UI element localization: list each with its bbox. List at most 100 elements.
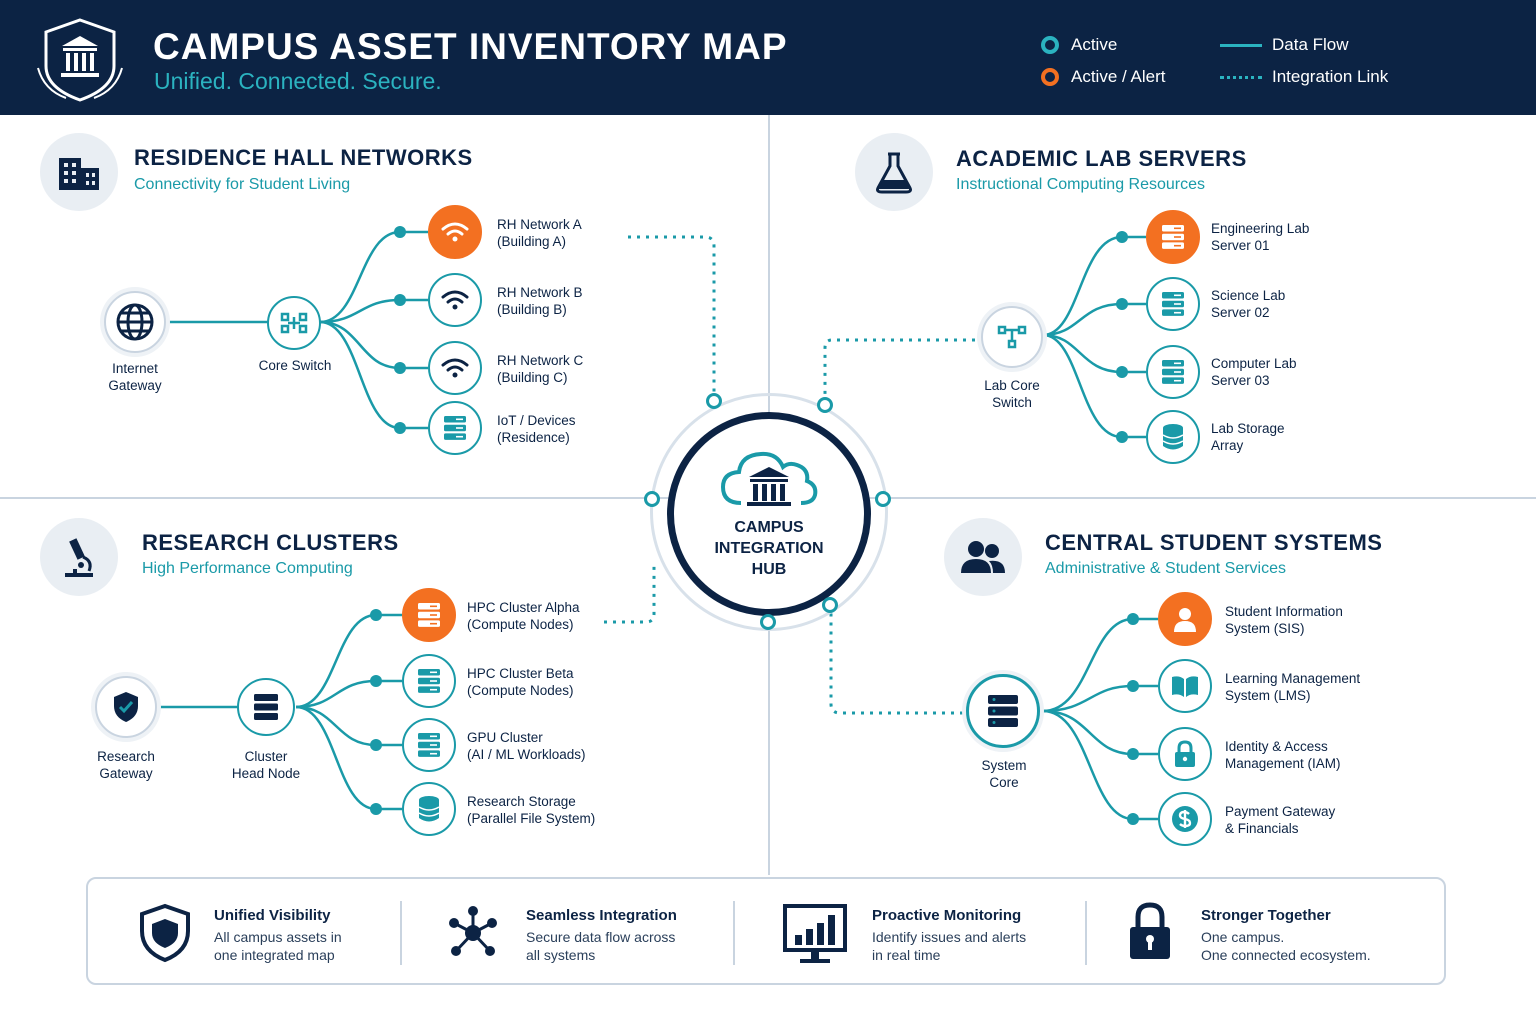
lab-core-switch-line2: Switch xyxy=(992,395,1032,410)
academic-node-4[interactable] xyxy=(1146,410,1200,464)
footer-title-3: Proactive Monitoring xyxy=(872,907,1022,924)
research-label-3-line1: GPU Cluster xyxy=(467,730,543,745)
research-label-3-line2: (AI / ML Workloads) xyxy=(467,747,586,762)
academic-node-3[interactable] xyxy=(1146,345,1200,399)
academic-label-4: Lab Storage Array xyxy=(1211,420,1285,454)
campus-integration-hub[interactable]: CAMPUS INTEGRATION HUB xyxy=(667,412,871,616)
student-node-3[interactable] xyxy=(1158,727,1212,781)
internet-gateway-line1: Internet xyxy=(112,361,158,376)
database-icon xyxy=(1161,423,1185,451)
shield-check-icon xyxy=(114,692,138,722)
padlock-icon xyxy=(1128,901,1172,963)
core-switch-label: Core Switch xyxy=(258,358,332,373)
residence-node-3[interactable] xyxy=(428,341,482,395)
student-label-3: Identity & Access Management (IAM) xyxy=(1225,738,1341,772)
student-node-1[interactable] xyxy=(1158,592,1212,646)
residence-label-3-line2: (Building C) xyxy=(497,370,568,385)
residence-node-2[interactable] xyxy=(428,273,482,327)
academic-node-1[interactable] xyxy=(1146,210,1200,264)
server-icon xyxy=(1161,224,1185,250)
residence-label-4: IoT / Devices (Residence) xyxy=(497,412,576,446)
lab-core-switch-label: Lab Core Switch xyxy=(962,377,1062,411)
shield-icon xyxy=(138,903,192,963)
lab-core-switch-line1: Lab Core xyxy=(984,378,1040,393)
footer-3-line2: in real time xyxy=(872,947,941,963)
residence-label-2-line1: RH Network B xyxy=(497,285,583,300)
system-core-label: System Core xyxy=(955,757,1053,791)
research-label-4-line2: (Parallel File System) xyxy=(467,811,596,826)
research-label-2: HPC Cluster Beta (Compute Nodes) xyxy=(467,665,574,699)
academic-node-2[interactable] xyxy=(1146,277,1200,331)
cloud-building-icon xyxy=(717,445,821,513)
book-icon xyxy=(1170,674,1200,698)
residence-node-4[interactable] xyxy=(428,401,482,455)
footer-separator xyxy=(400,901,402,965)
residence-subtitle: Connectivity for Student Living xyxy=(134,176,351,193)
footer-title-2: Seamless Integration xyxy=(526,907,677,924)
research-label-1-line2: (Compute Nodes) xyxy=(467,617,574,632)
academic-label-4-line2: Array xyxy=(1211,438,1244,453)
residence-node-1[interactable] xyxy=(428,205,482,259)
student-node-4[interactable] xyxy=(1158,792,1212,846)
core-switch-node[interactable] xyxy=(267,296,321,350)
cluster-head-line1: Cluster xyxy=(244,749,288,764)
switch-icon xyxy=(280,312,308,334)
dollar-icon xyxy=(1170,804,1200,834)
academic-label-1-line1: Engineering Lab xyxy=(1211,221,1310,236)
residence-title: RESIDENCE HALL NETWORKS xyxy=(134,145,473,170)
residence-label-4-line1: IoT / Devices xyxy=(497,413,576,428)
academic-label-1-line2: Server 01 xyxy=(1211,238,1270,253)
footer-2-line1: Secure data flow across xyxy=(526,929,676,945)
internet-gateway-node[interactable] xyxy=(104,291,166,353)
residence-label-1-line2: (Building A) xyxy=(497,234,567,249)
lab-core-switch-node[interactable] xyxy=(981,306,1043,368)
student-label-1-line2: System (SIS) xyxy=(1225,621,1305,636)
system-core-node[interactable] xyxy=(966,674,1040,748)
internet-gateway-label: Internet Gateway xyxy=(90,360,180,394)
research-label-4-line1: Research Storage xyxy=(467,794,576,809)
student-node-2[interactable] xyxy=(1158,659,1212,713)
research-title: RESEARCH CLUSTERS xyxy=(142,530,399,555)
footer-3-line1: Identify issues and alerts xyxy=(872,929,1027,945)
student-label-1: Student Information System (SIS) xyxy=(1225,603,1343,637)
database-icon xyxy=(417,795,441,823)
switch-icon xyxy=(997,325,1027,349)
research-node-4[interactable] xyxy=(402,782,456,836)
footer-title-4: Stronger Together xyxy=(1201,907,1331,924)
server-icon xyxy=(417,732,441,758)
wifi-icon xyxy=(440,288,470,312)
research-label-2-line2: (Compute Nodes) xyxy=(467,683,574,698)
footer-separator xyxy=(1085,901,1087,965)
research-gateway-label: Research Gateway xyxy=(80,748,172,782)
residence-label-2: RH Network B (Building B) xyxy=(497,284,583,318)
academic-label-1: Engineering Lab Server 01 xyxy=(1211,220,1309,254)
users-icon xyxy=(944,518,1022,596)
research-gateway-line1: Research xyxy=(97,749,155,764)
cluster-head-label: Cluster Head Node xyxy=(216,748,316,782)
academic-label-3-line2: Server 03 xyxy=(1211,373,1270,388)
research-gateway-line2: Gateway xyxy=(99,766,153,781)
system-core-line2: Core xyxy=(989,775,1019,790)
student-subtitle: Administrative & Student Services xyxy=(1045,560,1286,577)
network-icon xyxy=(446,903,500,963)
research-label-4: Research Storage (Parallel File System) xyxy=(467,793,595,827)
student-label-3-line1: Identity & Access xyxy=(1225,739,1328,754)
hub-label-line3: HUB xyxy=(751,561,787,578)
wifi-icon xyxy=(440,356,470,380)
server-icon xyxy=(417,668,441,694)
research-node-3[interactable] xyxy=(402,718,456,772)
cluster-head-node[interactable] xyxy=(237,678,295,736)
research-gateway-node[interactable] xyxy=(95,676,157,738)
lock-icon xyxy=(1173,739,1197,769)
server-icon xyxy=(443,415,467,441)
research-node-2[interactable] xyxy=(402,654,456,708)
hub-label-line2: INTEGRATION xyxy=(714,540,824,557)
footer-panel: Unified Visibility All campus assets in … xyxy=(86,877,1446,985)
academic-label-3: Computer Lab Server 03 xyxy=(1211,355,1297,389)
research-label-2-line1: HPC Cluster Beta xyxy=(467,666,574,681)
hub-port-right xyxy=(875,491,891,507)
residence-label-2-line2: (Building B) xyxy=(497,302,567,317)
research-node-1[interactable] xyxy=(402,588,456,642)
building-icon xyxy=(40,133,118,211)
hub-port-top-right xyxy=(817,397,833,413)
